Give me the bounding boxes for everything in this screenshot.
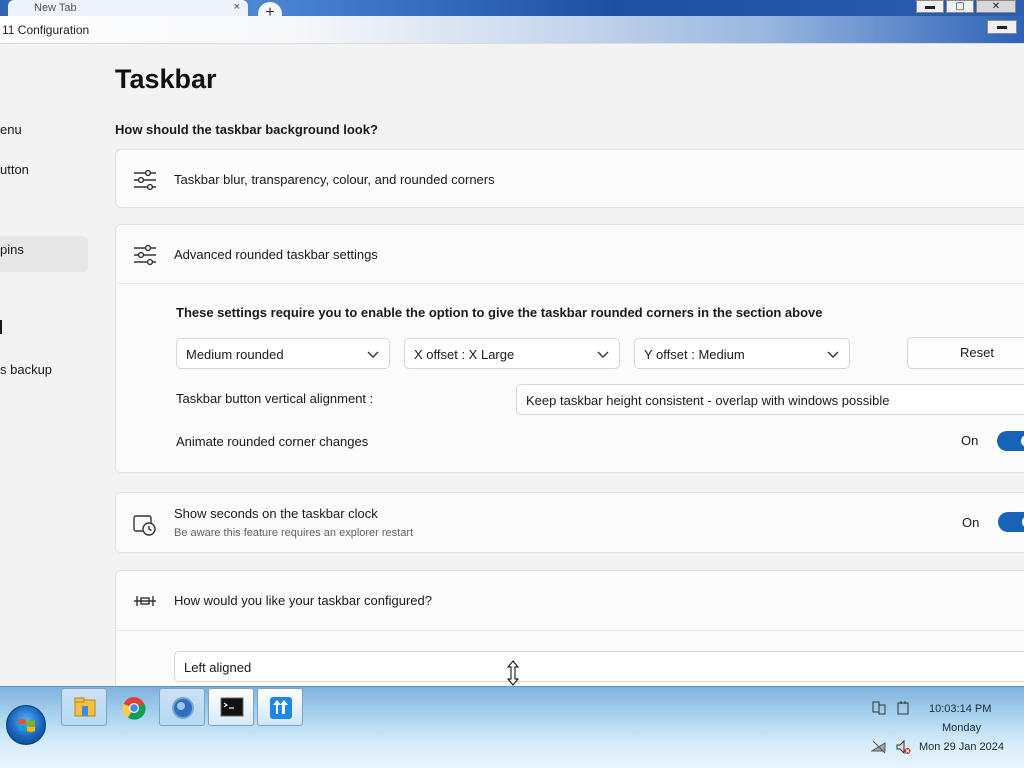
wifi-off-icon[interactable] xyxy=(871,739,887,755)
maximize-button[interactable]: ▢ xyxy=(946,0,974,13)
divider xyxy=(116,283,1024,284)
card-sublabel: Be aware this feature requires an explor… xyxy=(174,527,414,539)
taskbar-terminal-button[interactable] xyxy=(208,688,254,726)
dropdown-value: Keep taskbar height consistent - overlap… xyxy=(526,393,890,408)
taskbar-alignment-dropdown[interactable]: Left aligned xyxy=(174,651,1024,682)
sidebar-nav: enu utton pins s backup xyxy=(0,44,100,686)
volume-muted-icon[interactable] xyxy=(895,739,911,755)
taskbar-app-button[interactable] xyxy=(159,688,205,726)
animate-toggle[interactable] xyxy=(997,431,1024,451)
card-label: Taskbar blur, transparency, colour, and … xyxy=(174,172,495,187)
app-minimize-button[interactable]: ▬ xyxy=(987,20,1017,34)
x-offset-dropdown[interactable]: X offset : X Large xyxy=(404,338,620,369)
sliders-icon xyxy=(134,169,156,191)
taskbar-chrome-button[interactable] xyxy=(110,688,156,726)
clock-time[interactable]: 10:03:14 PM xyxy=(929,703,991,715)
sliders-icon xyxy=(134,244,156,266)
card-label[interactable]: How would you like your taskbar configur… xyxy=(174,593,432,608)
alignment-label: Taskbar button vertical alignment : xyxy=(176,391,374,406)
clock-icon xyxy=(133,515,156,536)
folder-icon xyxy=(74,697,96,717)
clock-date[interactable]: Mon 29 Jan 2024 xyxy=(919,741,1004,753)
chrome-icon xyxy=(122,697,146,720)
card-taskbar-blur[interactable]: Taskbar blur, transparency, colour, and … xyxy=(115,149,1024,208)
resize-cursor-icon xyxy=(506,660,520,686)
alignment-dropdown[interactable]: Keep taskbar height consistent - overlap… xyxy=(516,384,1024,415)
page-title: Taskbar xyxy=(115,64,217,94)
close-button[interactable]: ✕ xyxy=(976,0,1016,13)
windows-logo-icon xyxy=(19,719,35,732)
browser-tab-title: New Tab xyxy=(34,2,77,14)
app-globe-icon xyxy=(172,697,194,719)
taskbar-explorer-button[interactable] xyxy=(61,688,107,726)
card-label[interactable]: Advanced rounded taskbar settings xyxy=(174,247,378,262)
dropdown-value: X offset : X Large xyxy=(414,347,515,362)
card-advanced-rounded: Advanced rounded taskbar settings These … xyxy=(115,224,1024,473)
network-icon[interactable] xyxy=(871,700,887,716)
animate-state: On xyxy=(961,433,979,448)
start-button[interactable] xyxy=(6,705,46,745)
taskbar-config-app-button[interactable] xyxy=(257,688,303,726)
dropdown-value: Medium rounded xyxy=(186,347,284,362)
minimize-button[interactable]: ▬ xyxy=(916,0,944,13)
clock-day[interactable]: Monday xyxy=(942,722,981,734)
window-title: 11 Configuration xyxy=(2,23,90,37)
rounding-dropdown[interactable]: Medium rounded xyxy=(176,338,390,369)
rounded-settings-note: These settings require you to enable the… xyxy=(176,305,823,320)
sidebar-item-start-menu[interactable]: enu xyxy=(0,122,22,137)
reset-button[interactable]: Reset xyxy=(907,337,1024,369)
config-app-icon xyxy=(270,697,292,719)
sidebar-item-partial[interactable] xyxy=(0,320,2,334)
background-browser-strip: New Tab × + ▬ ▢ ✕ xyxy=(0,0,1024,26)
taskbar-layout-icon xyxy=(134,596,156,606)
dropdown-value: Y offset : Medium xyxy=(644,347,745,362)
animate-label: Animate rounded corner changes xyxy=(176,434,369,449)
browser-tab[interactable]: New Tab × xyxy=(8,0,248,16)
sidebar-item-backup[interactable]: s backup xyxy=(0,362,52,377)
windows-taskbar: 10:03:14 PM Monday Mon 29 Jan 2024 xyxy=(0,686,1024,768)
card-label: Show seconds on the taskbar clock xyxy=(174,506,378,521)
seconds-toggle[interactable] xyxy=(998,512,1024,532)
divider xyxy=(116,630,1024,631)
chevron-down-icon xyxy=(597,351,609,358)
section-question: How should the taskbar background look? xyxy=(115,122,378,137)
card-taskbar-config: How would you like your taskbar configur… xyxy=(115,570,1024,690)
title-bar: 11 Configuration xyxy=(0,16,1024,44)
seconds-state: On xyxy=(962,515,980,530)
sidebar-item-start-button[interactable]: utton xyxy=(0,162,29,177)
chevron-down-icon xyxy=(367,351,379,358)
y-offset-dropdown[interactable]: Y offset : Medium xyxy=(634,338,850,369)
dropdown-value: Left aligned xyxy=(184,660,252,675)
card-show-seconds: Show seconds on the taskbar clock Be awa… xyxy=(115,492,1024,553)
tab-close-icon[interactable]: × xyxy=(234,1,240,13)
chevron-down-icon xyxy=(827,351,839,358)
sidebar-item-pins[interactable]: pins xyxy=(0,242,24,257)
terminal-icon xyxy=(220,697,244,717)
power-icon[interactable] xyxy=(895,700,911,716)
